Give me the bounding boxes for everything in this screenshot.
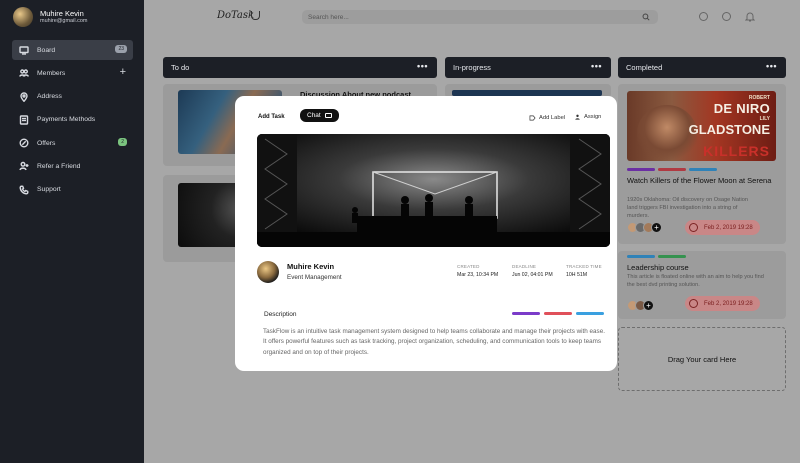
add-label-text: Add Label <box>539 115 566 121</box>
profile-name: Muhire Kevin <box>40 8 84 18</box>
phone-icon <box>18 184 29 195</box>
column-title: In-progress <box>453 63 491 72</box>
column-header-inprogress: In-progress ••• <box>445 57 611 78</box>
add-label-button[interactable]: Add Label <box>529 115 565 121</box>
chat-label: Chat <box>307 112 321 119</box>
column-header-completed: Completed ••• <box>618 57 786 78</box>
add-member-button[interactable]: + <box>120 66 126 79</box>
refer-icon <box>18 161 29 172</box>
assign-text: Assign <box>584 114 602 120</box>
column-header-todo: To do ••• <box>163 57 437 78</box>
poster-text: GLADSTONE <box>688 122 770 137</box>
sidebar-item-label: Board <box>37 46 56 54</box>
sidebar-item-payments[interactable]: Payments Methods <box>12 110 133 130</box>
settings-icon[interactable] <box>699 12 708 21</box>
cup-icon <box>251 11 260 20</box>
label-bar-purple <box>627 168 655 171</box>
add-assignee-icon[interactable]: + <box>651 222 662 233</box>
sidebar-item-offers[interactable]: Offers 2 <box>12 133 133 153</box>
poster-text: KILLERS <box>703 143 770 159</box>
column-title: Completed <box>626 63 663 72</box>
date-badge: Feb 2, 2019 19:28 <box>685 296 760 311</box>
sidebar-item-address[interactable]: Address <box>12 87 133 107</box>
label-bar-purple <box>512 312 540 315</box>
column-title: To do <box>171 63 190 72</box>
sidebar-item-label: Offers <box>37 139 56 147</box>
assignee-name: Muhire Kevin <box>287 262 335 271</box>
chat-button[interactable]: Chat <box>300 109 339 122</box>
drop-zone-label: Drag Your card Here <box>667 354 737 364</box>
more-icon[interactable]: ••• <box>591 62 602 71</box>
sidebar-item-board[interactable]: Board 23 <box>12 40 133 60</box>
search-input[interactable] <box>308 12 628 22</box>
more-icon[interactable]: ••• <box>766 62 777 71</box>
clock-icon <box>689 299 698 308</box>
date-text: Feb 2, 2019 19:28 <box>704 300 753 307</box>
offers-count-badge: 2 <box>118 138 127 147</box>
date-badge: Feb 2, 2019 19:28 <box>685 220 760 235</box>
label-bar-red <box>658 168 686 171</box>
location-pin-icon <box>18 91 29 102</box>
card-drop-zone[interactable]: Drag Your card Here <box>618 327 786 391</box>
tracked-time-value: 10H 51M <box>566 272 588 278</box>
clock-icon <box>689 223 698 232</box>
sidebar-item-support[interactable]: Support <box>12 180 133 200</box>
created-label: CREATED <box>457 264 480 269</box>
sidebar-item-label: Address <box>37 93 62 101</box>
sidebar-item-label: Members <box>37 69 66 77</box>
add-task-tab[interactable]: Add Task <box>258 114 285 120</box>
card-description: 1920s Oklahoma: Oil discovery on Osage N… <box>627 197 748 220</box>
members-icon <box>18 68 29 79</box>
task-hero-image <box>257 134 610 247</box>
offer-icon <box>18 138 29 149</box>
card-description: This article is floated online with an a… <box>627 274 764 289</box>
profile-email: muhire@gmail.com <box>40 18 88 25</box>
deadline-label: DEADLINE <box>512 264 537 269</box>
label-bar-red <box>544 312 572 315</box>
help-icon[interactable] <box>722 12 731 21</box>
card-image: ROBERT DE NIRO LILY GLADSTONE KILLERS <box>627 91 776 161</box>
task-detail-modal: Add Task Chat Add Label Assign Muhire Ke… <box>235 96 617 371</box>
deadline-value: Jun 02, 04:01 PM <box>512 272 553 278</box>
avatar <box>257 261 279 283</box>
date-text: Feb 2, 2019 19:28 <box>704 224 753 231</box>
user-profile[interactable]: Muhire Kevin muhire@gmail.com <box>13 7 87 27</box>
search-bar <box>302 10 658 24</box>
card-title: Watch Killers of the Flower Moon at Sere… <box>627 176 772 185</box>
card-title: Leadership course <box>627 263 689 272</box>
sidebar-item-label: Refer a Friend <box>37 162 81 170</box>
poster-text: DE NIRO <box>713 101 770 116</box>
created-value: Mar 23, 10:34 PM <box>457 272 499 278</box>
chat-icon <box>325 113 332 118</box>
label-icon <box>529 115 536 121</box>
label-bar-blue <box>576 312 604 315</box>
more-icon[interactable]: ••• <box>417 62 428 71</box>
assign-button[interactable]: Assign <box>574 114 601 120</box>
tracked-time-label: TRACKED TIME <box>566 264 602 269</box>
board-count-badge: 23 <box>115 45 127 53</box>
board-icon <box>18 45 29 56</box>
sidebar-item-members[interactable]: Members + <box>12 63 133 83</box>
user-icon <box>575 114 580 120</box>
bell-icon[interactable] <box>745 11 755 22</box>
search-icon[interactable] <box>642 13 650 21</box>
card-icon <box>18 114 29 125</box>
assignees[interactable]: + <box>627 300 654 311</box>
assignee-role: Event Management <box>287 274 342 281</box>
sidebar: Muhire Kevin muhire@gmail.com Board 23 M… <box>0 0 144 463</box>
description-text: TaskFlow is an intuitive task management… <box>263 328 605 356</box>
avatar <box>13 7 33 27</box>
assignees[interactable]: + <box>627 222 662 233</box>
sidebar-item-label: Payments Methods <box>37 116 96 124</box>
label-bar-blue <box>689 168 717 171</box>
app-logo[interactable]: DoTask <box>217 10 254 21</box>
label-bar-green <box>658 255 686 258</box>
label-bar-blue <box>627 255 655 258</box>
description-title: Description <box>264 311 297 318</box>
sidebar-nav: Board 23 Members + Address Payments Meth… <box>12 40 133 203</box>
sidebar-item-refer[interactable]: Refer a Friend <box>12 156 133 176</box>
add-assignee-icon[interactable]: + <box>643 300 654 311</box>
sidebar-item-label: Support <box>37 186 61 194</box>
